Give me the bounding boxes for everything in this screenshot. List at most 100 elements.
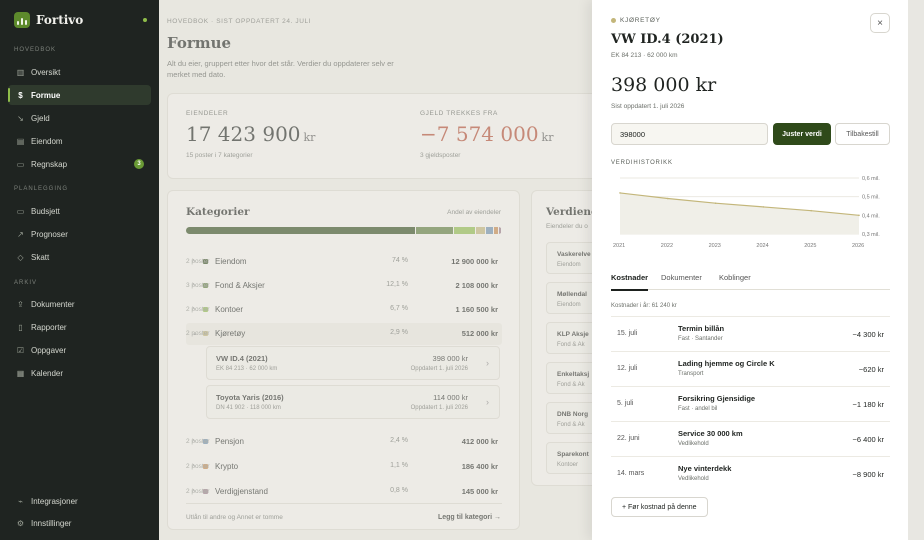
dollar-icon: $ <box>18 90 23 100</box>
drawer-subtitle: EK 84 213 · 62 000 km <box>611 52 678 59</box>
sidebar-item-label: Regnskap <box>31 159 68 169</box>
sidebar-item-skatt[interactable]: ◇ Skatt <box>8 247 151 267</box>
y-tick-label: 0,5 mil. <box>862 195 880 201</box>
tab-koblinger[interactable]: Koblinger <box>719 273 751 282</box>
tab-dokumenter[interactable]: Dokumenter <box>661 273 702 282</box>
y-tick-label: 0,4 mil. <box>862 213 880 219</box>
reset-button[interactable]: Tilbakestill <box>835 123 890 145</box>
sidebar-item-oversikt[interactable]: ▥ Oversikt <box>8 62 151 82</box>
cost-title: Nye vinterdekk <box>678 464 732 473</box>
bar-chart-icon: ▥ <box>16 67 25 77</box>
drawer-tabs: Kostnader Dokumenter Koblinger <box>611 266 890 291</box>
sidebar-item-label: Skatt <box>31 252 50 262</box>
gear-icon: ⚙ <box>16 518 25 528</box>
sidebar-item-label: Oversikt <box>31 67 61 77</box>
cost-category: Vedlikehold <box>678 441 709 447</box>
cost-date: 14. mars <box>617 470 645 477</box>
nav-section-planning: PLANLEGGING <box>14 186 69 192</box>
sidebar-item-regnskap[interactable]: ▭ Regnskap 3 <box>8 154 151 174</box>
sidebar-item-integrasjoner[interactable]: ⌁ Integrasjoner <box>8 491 151 511</box>
data-point <box>858 214 860 217</box>
detail-drawer: KJØRETØY × VW ID.4 (2021) EK 84 213 · 62… <box>592 0 908 540</box>
sidebar-item-budsjett[interactable]: ▭ Budsjett <box>8 201 151 221</box>
x-tick-label: 2025 <box>804 243 816 249</box>
adjust-value-button[interactable]: Juster verdi <box>773 123 831 145</box>
value-input[interactable] <box>611 123 768 145</box>
document-icon: ▯ <box>18 322 23 332</box>
nav-section-archive: ARKIV <box>14 280 38 286</box>
cost-category: Fast · andel bil <box>678 406 718 412</box>
cost-date: 5. juli <box>617 400 634 407</box>
trend-up-icon: ↗ <box>17 229 24 239</box>
sidebar-item-label: Dokumenter <box>31 299 75 309</box>
tab-kostnader[interactable]: Kostnader <box>611 273 649 291</box>
sidebar-item-label: Budsjett <box>31 206 60 216</box>
data-point <box>619 192 621 194</box>
wallet-icon: ▭ <box>16 159 25 169</box>
scrollbar[interactable] <box>908 0 924 540</box>
cost-summary: Kostnader i år: 61 240 kr <box>611 303 677 309</box>
logo-icon <box>14 12 30 28</box>
close-icon: × <box>877 17 883 29</box>
area-fill <box>620 192 859 234</box>
y-tick-label: 0,3 mil. <box>862 232 880 238</box>
sidebar-item-innstillinger[interactable]: ⚙ Innstillinger <box>8 513 151 533</box>
x-tick-label: 2023 <box>709 243 721 249</box>
sidebar-item-oppgaver[interactable]: ☑ Oppgaver <box>8 340 151 360</box>
category-dot-icon <box>611 18 616 23</box>
calendar-icon: ▦ <box>16 368 25 378</box>
close-button[interactable]: × <box>870 13 890 33</box>
cost-row[interactable]: 15. juli Termin billån Fast · Santander −4 … <box>611 316 890 351</box>
cost-title: Lading hjemme og Circle K <box>678 359 775 368</box>
cost-row[interactable]: 22. juni Service 30 000 km Vedlikehold −6 4… <box>611 421 890 456</box>
sidebar-item-rapporter[interactable]: ▯ Rapporter <box>8 317 151 337</box>
x-tick-label: 2021 <box>613 243 625 249</box>
cost-title: Forsikring Gjensidige <box>678 394 756 403</box>
cost-category: Transport <box>678 371 704 377</box>
cost-amount: −8 900 kr <box>852 470 884 479</box>
sidebar: Fortivo HOVEDBOK ▥ Oversikt $ Formue ↘ G… <box>0 0 159 540</box>
cost-title: Termin billån <box>678 324 725 333</box>
x-tick-label: 2026 <box>852 243 864 249</box>
add-cost-button[interactable]: + Før kostnad på denne <box>611 497 708 517</box>
cost-date: 15. juli <box>617 330 638 337</box>
shield-icon: ◇ <box>17 252 24 262</box>
drawer-category: KJØRETØY <box>620 17 661 24</box>
cost-amount: −6 400 kr <box>852 435 884 444</box>
cost-row[interactable]: 14. mars Nye vinterdekk Vedlikehold −8 900 … <box>611 456 890 491</box>
card-icon: ▭ <box>16 206 25 216</box>
sidebar-item-label: Gjeld <box>31 113 50 123</box>
sidebar-item-label: Integrasjoner <box>31 496 78 506</box>
x-tick-label: 2022 <box>661 243 673 249</box>
drawer-value: 398 000 kr <box>611 74 717 96</box>
checkbox-icon: ☑ <box>16 345 25 355</box>
sidebar-item-eiendom[interactable]: ▤ Eiendom <box>8 131 151 151</box>
sidebar-item-label: Rapporter <box>31 322 67 332</box>
sidebar-item-formue[interactable]: $ Formue <box>8 85 151 105</box>
cost-date: 12. juli <box>617 365 638 372</box>
cost-row[interactable]: 5. juli Forsikring Gjensidige Fast · andel… <box>611 386 890 421</box>
drawer-title: VW ID.4 (2021) <box>611 32 724 47</box>
x-tick-label: 2024 <box>756 243 768 249</box>
status-dot <box>143 18 147 22</box>
cost-title: Service 30 000 km <box>678 429 743 438</box>
cost-row[interactable]: 12. juli Lading hjemme og Circle K Transpo… <box>611 351 890 386</box>
value-history-chart: 0,6 mil. 0,5 mil. 0,4 mil. 0,3 mil. 2021 2022… <box>613 176 880 249</box>
sidebar-item-label: Eiendom <box>31 136 63 146</box>
building-icon: ▤ <box>16 136 25 146</box>
sidebar-item-prognoser[interactable]: ↗ Prognoser <box>8 224 151 244</box>
sidebar-item-kalender[interactable]: ▦ Kalender <box>8 363 151 383</box>
data-point <box>810 209 812 212</box>
notification-badge: 3 <box>134 159 144 169</box>
sidebar-item-gjeld[interactable]: ↘ Gjeld <box>8 108 151 128</box>
sidebar-item-label: Prognoser <box>31 229 68 239</box>
drawer-kicker: KJØRETØY <box>611 17 661 24</box>
cost-amount: −620 kr <box>858 365 884 374</box>
trend-down-icon: ↘ <box>17 113 24 123</box>
sidebar-item-dokumenter[interactable]: ⇪ Dokumenter <box>8 294 151 314</box>
brand[interactable]: Fortivo <box>14 12 83 28</box>
history-label: VERDIHISTORIKK <box>611 160 673 166</box>
sidebar-item-label: Formue <box>31 90 61 100</box>
nav-section-main: HOVEDBOK <box>14 47 57 53</box>
sidebar-item-label: Kalender <box>31 368 64 378</box>
